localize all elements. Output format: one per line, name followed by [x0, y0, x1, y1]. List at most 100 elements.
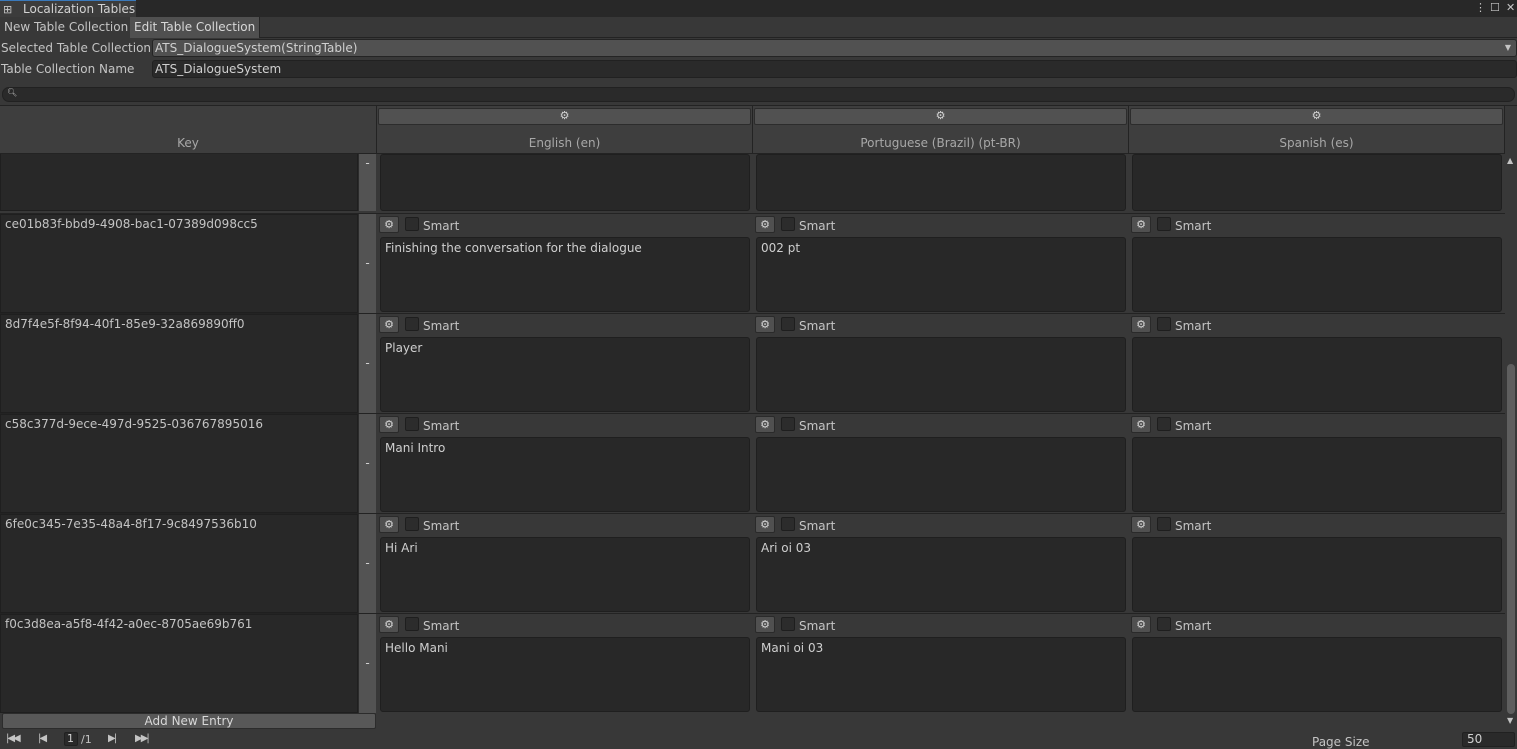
scrollbar-thumb[interactable] [1507, 364, 1515, 714]
table-row: ce01b83f-bbd9-4908-bac1-07389d098cc5 - ⚙… [0, 213, 1505, 313]
metadata-button[interactable]: ⚙ [379, 416, 399, 433]
metadata-button[interactable]: ⚙ [755, 516, 775, 533]
metadata-button[interactable]: ⚙ [1131, 516, 1151, 533]
metadata-button[interactable]: ⚙ [379, 516, 399, 533]
metadata-button[interactable]: ⚙ [1131, 316, 1151, 333]
key-cell[interactable] [0, 154, 358, 211]
translation-textarea[interactable]: Mani oi 03 [756, 637, 1126, 712]
key-cell[interactable]: ce01b83f-bbd9-4908-bac1-07389d098cc5 [0, 214, 358, 313]
remove-entry-button[interactable]: - [358, 214, 376, 313]
selected-collection-row: Selected Table Collection ATS_DialogueSy… [0, 38, 1517, 59]
locale-cell: ⚙ Smart [1129, 314, 1505, 414]
smart-checkbox[interactable] [781, 317, 795, 331]
smart-checkbox[interactable] [781, 517, 795, 531]
first-page-icon[interactable]: |◀◀ [6, 733, 21, 744]
smart-checkbox[interactable] [781, 217, 795, 231]
translation-textarea[interactable] [1132, 537, 1502, 612]
smart-checkbox[interactable] [405, 317, 419, 331]
key-header-label: Key [177, 136, 199, 150]
metadata-icon: ⚙ [384, 218, 394, 231]
page-number-input[interactable]: 1 [64, 732, 78, 746]
scroll-down-icon[interactable]: ▼ [1507, 716, 1513, 725]
key-cell[interactable]: f0c3d8ea-a5f8-4f42-a0ec-8705ae69b761 [0, 614, 358, 713]
locale-settings-button[interactable]: ⚙ [1130, 108, 1503, 125]
metadata-button[interactable]: ⚙ [379, 616, 399, 633]
more-options-icon[interactable]: ⋮ [1475, 0, 1486, 16]
metadata-button[interactable]: ⚙ [755, 216, 775, 233]
metadata-button[interactable]: ⚙ [755, 316, 775, 333]
page-size-input[interactable]: 50 [1462, 732, 1515, 747]
scroll-up-icon[interactable]: ▲ [1507, 156, 1513, 165]
entry-key: 6fe0c345-7e35-48a4-8f17-9c8497536b10 [5, 517, 257, 531]
smart-checkbox[interactable] [405, 217, 419, 231]
translation-textarea[interactable] [756, 154, 1126, 211]
translation-textarea[interactable] [380, 154, 750, 211]
translation-textarea[interactable] [756, 437, 1126, 512]
metadata-button[interactable]: ⚙ [379, 216, 399, 233]
translation-textarea[interactable] [1132, 154, 1502, 211]
localization-table-icon: ⊞ [3, 3, 13, 16]
translation-textarea[interactable] [1132, 437, 1502, 512]
metadata-button[interactable]: ⚙ [755, 616, 775, 633]
close-icon[interactable]: ✕ [1506, 0, 1515, 16]
remove-entry-button[interactable]: - [358, 614, 376, 713]
window-title: Localization Tables [23, 2, 136, 16]
translation-textarea[interactable]: Hi Ari [380, 537, 750, 612]
edit-table-collection-tab[interactable]: Edit Table Collection [130, 17, 261, 38]
selected-collection-label: Selected Table Collection [1, 41, 152, 55]
locale-cell: ⚙ Smart [1129, 614, 1505, 714]
remove-entry-button[interactable]: - [358, 154, 376, 211]
table-row: 8d7f4e5f-8f94-40f1-85e9-32a869890ff0 - ⚙… [0, 313, 1505, 413]
metadata-button[interactable]: ⚙ [755, 416, 775, 433]
smart-checkbox[interactable] [405, 517, 419, 531]
metadata-button[interactable]: ⚙ [1131, 416, 1151, 433]
column-header-es[interactable]: ⚙ Spanish (es) [1129, 106, 1505, 154]
translation-textarea[interactable] [756, 337, 1126, 412]
smart-checkbox[interactable] [1157, 217, 1171, 231]
locale-settings-button[interactable]: ⚙ [754, 108, 1127, 125]
remove-entry-button[interactable]: - [358, 314, 376, 413]
metadata-button[interactable]: ⚙ [379, 316, 399, 333]
remove-entry-button[interactable]: - [358, 414, 376, 513]
column-header-en[interactable]: ⚙ English (en) [377, 106, 753, 154]
key-cell[interactable]: 8d7f4e5f-8f94-40f1-85e9-32a869890ff0 [0, 314, 358, 413]
smart-checkbox[interactable] [1157, 417, 1171, 431]
maximize-icon[interactable]: ☐ [1490, 0, 1500, 16]
smart-checkbox[interactable] [405, 617, 419, 631]
smart-checkbox[interactable] [1157, 517, 1171, 531]
collection-name-input[interactable]: ATS_DialogueSystem [152, 60, 1517, 78]
column-header-pt-br[interactable]: ⚙ Portuguese (Brazil) (pt-BR) [753, 106, 1129, 154]
vertical-scrollbar[interactable]: ▲ [1505, 154, 1517, 714]
translation-textarea[interactable] [1132, 337, 1502, 412]
smart-checkbox[interactable] [1157, 317, 1171, 331]
translation-textarea[interactable] [1132, 237, 1502, 312]
window-tab[interactable]: ⊞ Localization Tables [0, 0, 136, 17]
translation-textarea[interactable] [1132, 637, 1502, 712]
selected-collection-dropdown[interactable]: ATS_DialogueSystem(StringTable) ▼ [152, 39, 1517, 57]
search-input[interactable]: 🔍︎ [2, 87, 1515, 102]
previous-page-icon[interactable]: |◀ [38, 733, 47, 744]
metadata-button[interactable]: ⚙ [1131, 216, 1151, 233]
translation-textarea[interactable]: Finishing the conversation for the dialo… [380, 237, 750, 312]
metadata-button[interactable]: ⚙ [1131, 616, 1151, 633]
smart-checkbox[interactable] [1157, 617, 1171, 631]
next-page-icon[interactable]: ▶| [108, 733, 117, 744]
new-table-collection-tab[interactable]: New Table Collection [0, 17, 134, 38]
locale-settings-button[interactable]: ⚙ [378, 108, 751, 125]
locale-cell: ⚙ Smart [1129, 414, 1505, 514]
key-column-header[interactable]: Key [0, 106, 377, 154]
translation-textarea[interactable]: Player [380, 337, 750, 412]
key-cell[interactable]: c58c377d-9ece-497d-9525-036767895016 [0, 414, 358, 513]
smart-checkbox[interactable] [781, 617, 795, 631]
smart-checkbox[interactable] [405, 417, 419, 431]
remove-entry-button[interactable]: - [358, 514, 376, 613]
translation-textarea[interactable]: Hello Mani [380, 637, 750, 712]
smart-checkbox[interactable] [781, 417, 795, 431]
translation-textarea[interactable]: Mani Intro [380, 437, 750, 512]
translation-textarea[interactable]: 002 pt [756, 237, 1126, 312]
translation-textarea[interactable]: Ari oi 03 [756, 537, 1126, 612]
metadata-icon: ⚙ [760, 418, 770, 431]
last-page-icon[interactable]: ▶▶| [135, 733, 150, 744]
add-new-entry-button[interactable]: Add New Entry [2, 713, 376, 729]
key-cell[interactable]: 6fe0c345-7e35-48a4-8f17-9c8497536b10 [0, 514, 358, 613]
